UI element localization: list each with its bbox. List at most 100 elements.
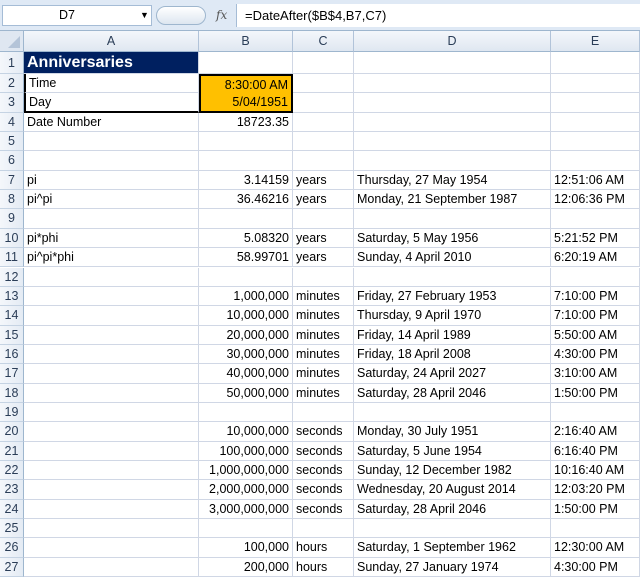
cell-C5[interactable] <box>293 132 354 152</box>
cell-B21[interactable]: 100,000,000 <box>199 441 293 461</box>
cell-B3[interactable]: 5/04/1951 <box>199 93 293 113</box>
cell-D18[interactable]: Saturday, 28 April 2046 <box>354 383 551 403</box>
cell-A1[interactable]: Anniversaries <box>24 52 199 74</box>
cell-C6[interactable] <box>293 151 354 171</box>
chevron-down-icon[interactable]: ▼ <box>140 5 149 26</box>
cell-B14[interactable]: 10,000,000 <box>199 306 293 326</box>
cell-B7[interactable]: 3.14159 <box>199 170 293 191</box>
cell-B15[interactable]: 20,000,000 <box>199 325 293 345</box>
row-header[interactable]: 25 <box>0 519 24 539</box>
cell-C1[interactable] <box>293 52 354 74</box>
cell-A25[interactable] <box>24 519 199 539</box>
cell-C15[interactable]: minutes <box>293 325 354 345</box>
row-header[interactable]: 27 <box>0 557 24 578</box>
cell-B4[interactable]: 18723.35 <box>199 112 293 133</box>
row-header[interactable]: 21 <box>0 441 24 461</box>
row-header[interactable]: 4 <box>0 112 24 133</box>
cell-C25[interactable] <box>293 519 354 539</box>
cell-B10[interactable]: 5.08320 <box>199 228 293 249</box>
cell-C8[interactable]: years <box>293 190 354 210</box>
cell-D19[interactable] <box>354 402 551 423</box>
cell-E11[interactable]: 6:20:19 AM <box>551 248 640 268</box>
cell-B5[interactable] <box>199 132 293 152</box>
row-header[interactable]: 8 <box>0 190 24 210</box>
column-header-A[interactable]: A <box>24 31 199 52</box>
cell-C27[interactable]: hours <box>293 557 354 578</box>
cell-C9[interactable] <box>293 209 354 229</box>
cell-B8[interactable]: 36.46216 <box>199 190 293 210</box>
cell-D15[interactable]: Friday, 14 April 1989 <box>354 325 551 345</box>
cell-A11[interactable]: pi^pi*phi <box>24 248 199 268</box>
cell-A23[interactable] <box>24 480 199 500</box>
cell-D16[interactable]: Friday, 18 April 2008 <box>354 344 551 365</box>
cell-C10[interactable]: years <box>293 228 354 249</box>
cell-A16[interactable] <box>24 344 199 365</box>
row-header[interactable]: 18 <box>0 383 24 403</box>
cell-D7[interactable]: Thursday, 27 May 1954 <box>354 170 551 191</box>
cell-D22[interactable]: Sunday, 12 December 1982 <box>354 461 551 481</box>
cell-B22[interactable]: 1,000,000,000 <box>199 461 293 481</box>
cell-D23[interactable]: Wednesday, 20 August 2014 <box>354 480 551 500</box>
cell-D10[interactable]: Saturday, 5 May 1956 <box>354 228 551 249</box>
cell-C3[interactable] <box>293 93 354 113</box>
cell-A15[interactable] <box>24 325 199 345</box>
cell-A9[interactable] <box>24 209 199 229</box>
cell-E2[interactable] <box>551 74 640 94</box>
cell-E27[interactable]: 4:30:00 PM <box>551 557 640 578</box>
row-header[interactable]: 23 <box>0 480 24 500</box>
cell-D13[interactable]: Friday, 27 February 1953 <box>354 286 551 307</box>
cell-C4[interactable] <box>293 112 354 133</box>
cell-D25[interactable] <box>354 519 551 539</box>
cell-D3[interactable] <box>354 93 551 113</box>
cell-E3[interactable] <box>551 93 640 113</box>
cell-D12[interactable] <box>354 267 551 287</box>
cell-C2[interactable] <box>293 74 354 94</box>
cell-A20[interactable] <box>24 422 199 442</box>
row-header[interactable]: 12 <box>0 267 24 287</box>
cell-A18[interactable] <box>24 383 199 403</box>
select-all-button[interactable] <box>0 31 24 52</box>
formula-bar-resize-handle[interactable] <box>156 6 206 25</box>
cell-D27[interactable]: Sunday, 27 January 1974 <box>354 557 551 578</box>
cell-E14[interactable]: 7:10:00 PM <box>551 306 640 326</box>
cell-E21[interactable]: 6:16:40 PM <box>551 441 640 461</box>
cell-E9[interactable] <box>551 209 640 229</box>
cell-E5[interactable] <box>551 132 640 152</box>
row-header[interactable]: 16 <box>0 344 24 365</box>
row-header[interactable]: 13 <box>0 286 24 307</box>
cell-E8[interactable]: 12:06:36 PM <box>551 190 640 210</box>
cell-A24[interactable] <box>24 499 199 520</box>
column-header-D[interactable]: D <box>354 31 551 52</box>
row-header[interactable]: 22 <box>0 461 24 481</box>
cell-C20[interactable]: seconds <box>293 422 354 442</box>
cell-E6[interactable] <box>551 151 640 171</box>
cell-B20[interactable]: 10,000,000 <box>199 422 293 442</box>
cell-E15[interactable]: 5:50:00 AM <box>551 325 640 345</box>
row-header[interactable]: 1 <box>0 52 24 74</box>
cell-B2[interactable]: 8:30:00 AM <box>199 74 293 94</box>
column-header-E[interactable]: E <box>551 31 640 52</box>
cell-A4[interactable]: Date Number <box>24 112 199 133</box>
cell-A26[interactable] <box>24 538 199 558</box>
cell-B11[interactable]: 58.99701 <box>199 248 293 268</box>
row-header[interactable]: 3 <box>0 93 24 113</box>
cell-E10[interactable]: 5:21:52 PM <box>551 228 640 249</box>
row-header[interactable]: 14 <box>0 306 24 326</box>
cell-D2[interactable] <box>354 74 551 94</box>
cell-E16[interactable]: 4:30:00 PM <box>551 344 640 365</box>
cell-E19[interactable] <box>551 402 640 423</box>
row-header[interactable]: 2 <box>0 74 24 94</box>
cell-A13[interactable] <box>24 286 199 307</box>
cell-B1[interactable] <box>199 52 293 74</box>
row-header[interactable]: 7 <box>0 170 24 191</box>
cell-E22[interactable]: 10:16:40 AM <box>551 461 640 481</box>
insert-function-icon[interactable]: fx <box>216 5 227 26</box>
cell-D11[interactable]: Sunday, 4 April 2010 <box>354 248 551 268</box>
cell-A19[interactable] <box>24 402 199 423</box>
cell-C13[interactable]: minutes <box>293 286 354 307</box>
cell-E20[interactable]: 2:16:40 AM <box>551 422 640 442</box>
cell-B27[interactable]: 200,000 <box>199 557 293 578</box>
row-header[interactable]: 5 <box>0 132 24 152</box>
cell-E18[interactable]: 1:50:00 PM <box>551 383 640 403</box>
cell-D5[interactable] <box>354 132 551 152</box>
